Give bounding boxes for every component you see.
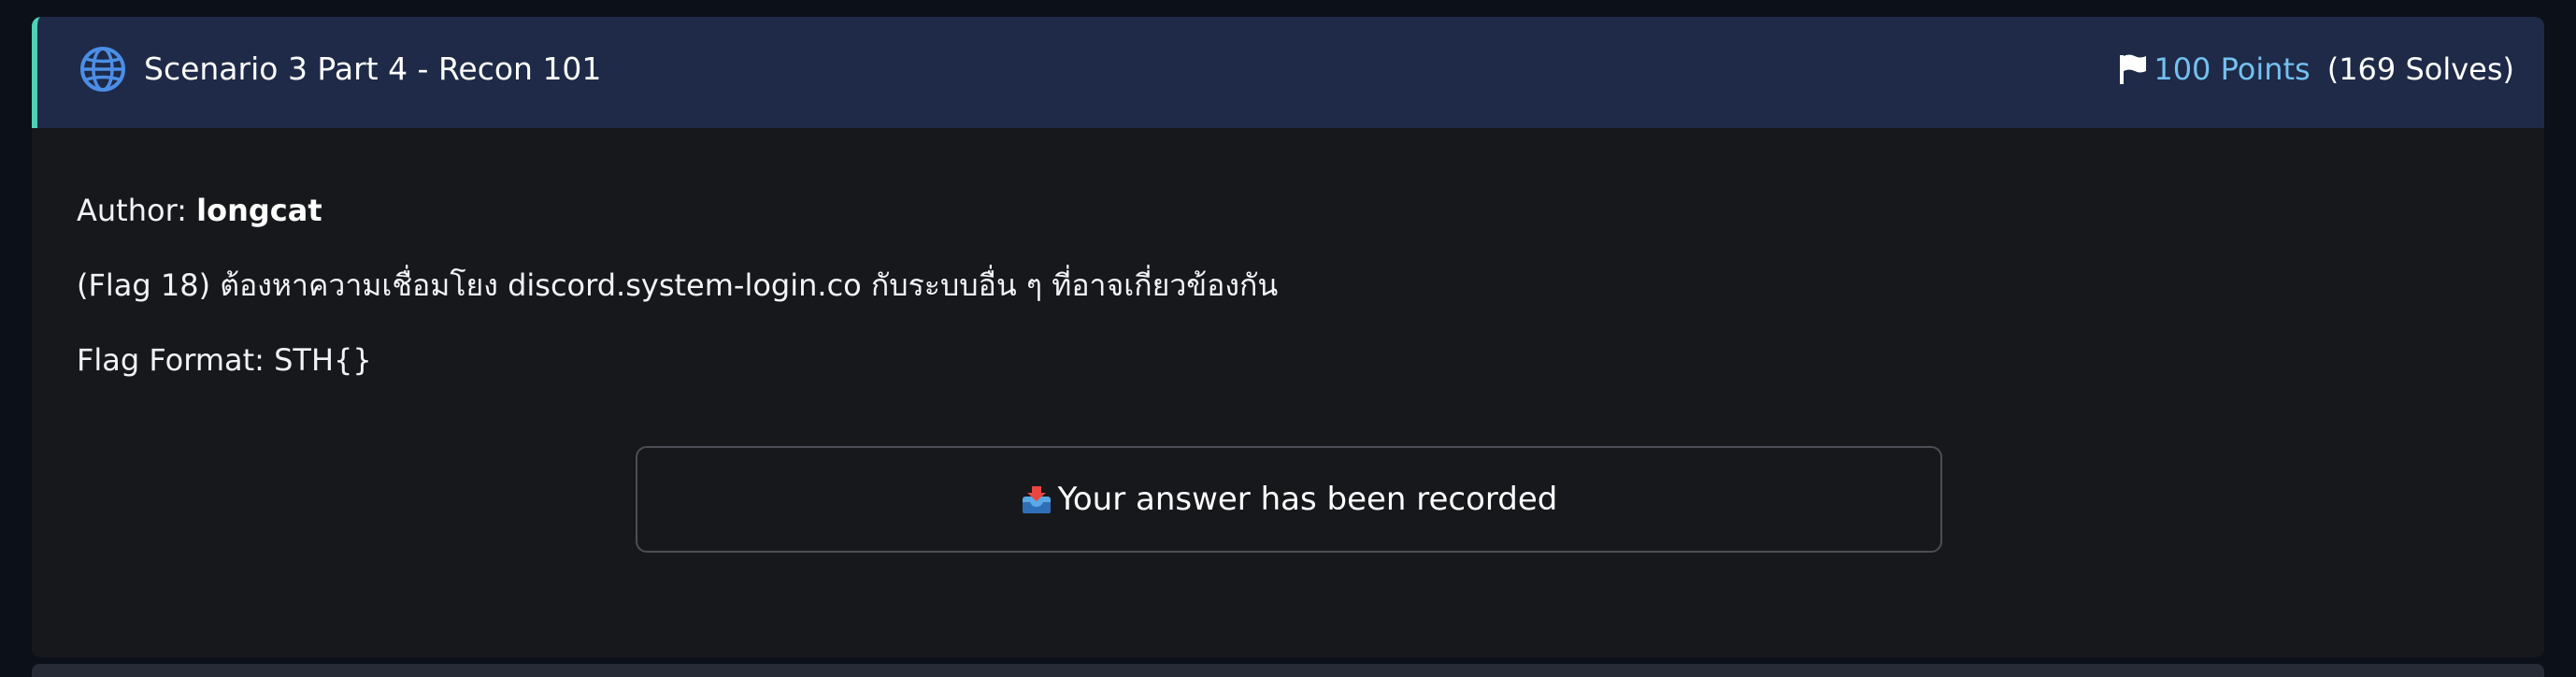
author-name: longcat (196, 193, 322, 228)
next-card-edge (32, 664, 2544, 677)
flag-format: Flag Format: STH{} (77, 342, 372, 378)
points-info: 100 Points (169 Solves) (2118, 50, 2514, 88)
challenge-body: Author: longcat (Flag 18) ต้องหาความเชื่… (32, 128, 2544, 657)
challenge-title: Scenario 3 Part 4 - Recon 101 (144, 50, 602, 87)
flag-icon (2120, 54, 2147, 84)
challenge-card: Scenario 3 Part 4 - Recon 101 100 Points… (32, 17, 2544, 657)
challenge-header[interactable]: Scenario 3 Part 4 - Recon 101 100 Points… (32, 17, 2544, 128)
solves-count: (169 Solves) (2326, 51, 2514, 87)
points-value: 100 Points (2154, 51, 2311, 87)
answer-status-text: Your answer has been recorded (1057, 481, 1558, 518)
inbox-tray-icon (1022, 486, 1051, 513)
challenge-description: (Flag 18) ต้องหาความเชื่อมโยง discord.sy… (77, 267, 1279, 303)
globe-icon (80, 47, 125, 92)
author-line: Author: longcat (77, 192, 322, 229)
author-label: Author: (77, 193, 187, 228)
answer-status-box: Your answer has been recorded (636, 446, 1942, 553)
